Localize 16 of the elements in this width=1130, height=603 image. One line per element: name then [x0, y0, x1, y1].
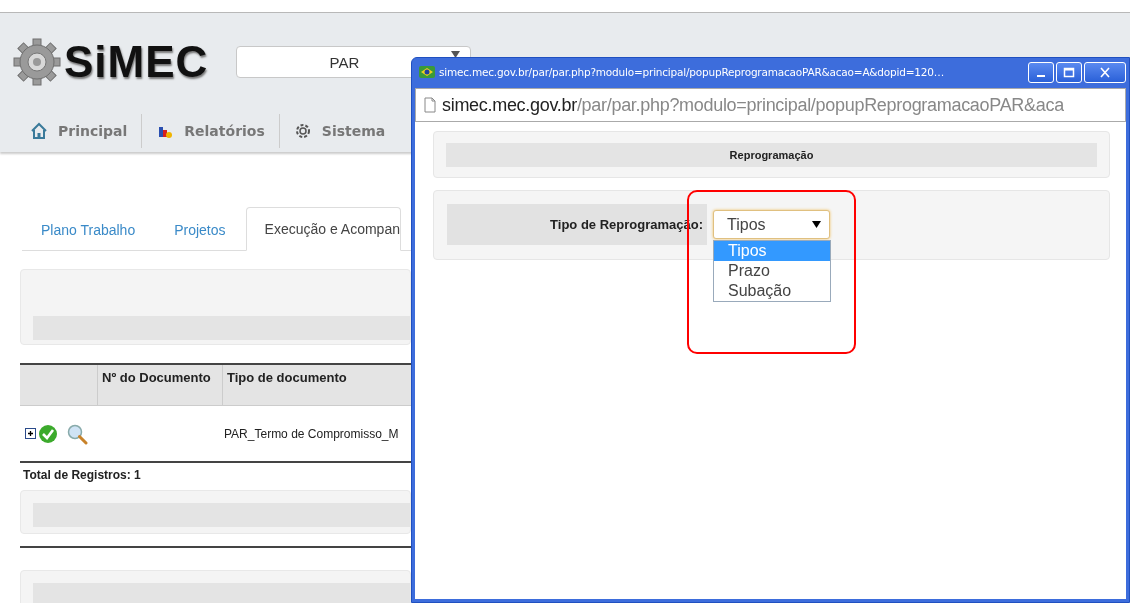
column-header: Nº do Documento — [97, 365, 222, 405]
nav-menu-item[interactable]: Sistema — [278, 114, 400, 148]
nav-menu-item[interactable]: Relatórios — [141, 114, 279, 148]
dropdown-option[interactable]: Subação — [714, 281, 830, 301]
record-count: Total de Registros: 1 — [20, 461, 411, 486]
nav-menu-item[interactable]: Principal — [30, 114, 142, 148]
tab[interactable]: Plano Trabalho — [22, 210, 156, 250]
type-select[interactable]: Tipos — [713, 210, 830, 239]
panel-heading: Reprogramação — [446, 143, 1097, 167]
tab[interactable]: Projetos — [155, 210, 246, 250]
table-cell-text: PAR_Termo de Compromisso_M — [223, 426, 400, 441]
dropdown-option[interactable]: Tipos — [714, 241, 830, 261]
address-text: simec.mec.gov.br/par/par.php?modulo=principal/popupReprogramacaoPAR&aca — [442, 94, 1064, 116]
logo-text: SiMEC — [64, 37, 209, 87]
tab[interactable]: Execução e Acompan — [245, 207, 401, 251]
dropdown-option[interactable]: Prazo — [714, 261, 830, 281]
